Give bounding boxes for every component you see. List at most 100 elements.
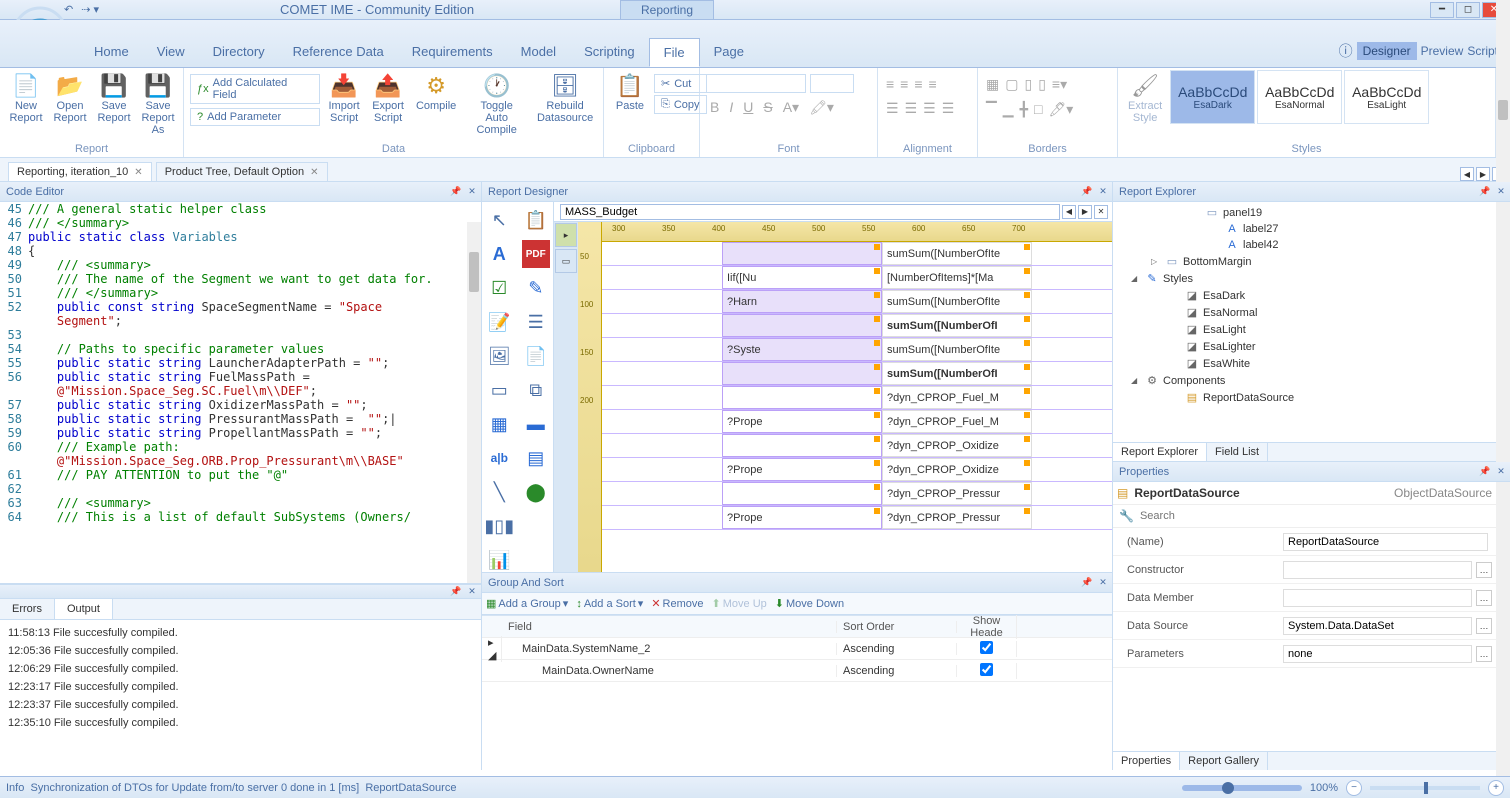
design-row[interactable]: ?dyn_CPROP_Pressur [602, 482, 1112, 506]
property-value-input[interactable] [1283, 589, 1472, 607]
menu-page[interactable]: Page [700, 38, 758, 67]
context-tab-reporting[interactable]: Reporting [620, 0, 714, 19]
output-tab[interactable]: Output [55, 599, 113, 619]
export-script-button[interactable]: 📤Export Script [368, 70, 408, 126]
code-scrollbar[interactable] [467, 222, 481, 583]
ellipsis-button[interactable]: … [1476, 590, 1492, 606]
zoom-out-button[interactable]: − [1346, 780, 1362, 796]
tree-item[interactable]: ◪EsaLight [1113, 321, 1510, 338]
border-left-button[interactable]: ▯ [1022, 74, 1034, 95]
design-row[interactable]: ?dyn_CPROP_Oxidize [602, 434, 1112, 458]
panel-tool[interactable]: ▭ [485, 376, 513, 404]
pin-icon[interactable]: 📌 [1080, 185, 1094, 199]
style-esanormal[interactable]: AaBbCcDdEsaNormal [1257, 70, 1342, 124]
close-panel-icon[interactable]: ✕ [1096, 576, 1110, 590]
barcode-tool[interactable]: ▮▯▮ [485, 512, 513, 540]
save-report-as-button[interactable]: 💾Save Report As [138, 70, 178, 138]
border-none-button[interactable]: ▢ [1003, 74, 1020, 95]
spacer-tool[interactable] [522, 512, 550, 540]
design-row[interactable]: ?Prope?dyn_CPROP_Pressur [602, 506, 1112, 530]
richtext-tool[interactable]: 📝 [485, 308, 513, 336]
highlight-button[interactable]: 🖍▾ [805, 97, 838, 118]
menu-requirements[interactable]: Requirements [398, 38, 507, 67]
close-panel-icon[interactable]: ✕ [1494, 185, 1508, 199]
pin-icon[interactable]: 📌 [1080, 576, 1094, 590]
border-outer-button[interactable]: □ [1032, 99, 1044, 120]
cell-tool[interactable]: ▬ [522, 410, 550, 438]
property-value-input[interactable] [1283, 645, 1472, 663]
ellipsis-button[interactable]: … [1476, 646, 1492, 662]
tab-prev-button[interactable]: ◀ [1460, 167, 1474, 181]
pin-icon[interactable]: 📌 [449, 585, 463, 599]
menu-file[interactable]: File [649, 38, 700, 67]
maximize-button[interactable]: ◻ [1456, 2, 1480, 18]
property-value-input[interactable] [1283, 617, 1472, 635]
close-tab-icon[interactable]: ✕ [134, 167, 142, 178]
report-explorer-tree[interactable]: ▭panel19Alabel27Alabel42▷▭BottomMargin◢✎… [1113, 202, 1510, 442]
tree-item[interactable]: ▷▭BottomMargin [1113, 253, 1510, 270]
border-color-button[interactable]: 🖊▾ [1046, 99, 1075, 120]
design-canvas[interactable]: ▸ ▭ 50100150200 300350400450500550600650… [554, 222, 1112, 572]
move-up-button[interactable]: ⬆Move Up [712, 597, 767, 610]
paste-button[interactable]: 📋Paste [610, 70, 650, 114]
design-row[interactable]: sumSum([NumberOfI [602, 314, 1112, 338]
zoom-in-button[interactable]: + [1488, 780, 1504, 796]
border-all-button[interactable]: ▦ [984, 74, 1001, 95]
close-tab-icon[interactable]: ✕ [310, 167, 318, 178]
border-right-button[interactable]: ▯ [1036, 74, 1048, 95]
tree-item[interactable]: Alabel42 [1113, 237, 1510, 253]
tree-item[interactable]: ◪EsaWhite [1113, 355, 1510, 372]
cut-button[interactable]: ✂Cut [654, 74, 707, 93]
menu-scripting[interactable]: Scripting [570, 38, 649, 67]
section-indicator[interactable]: ▭ [555, 249, 577, 273]
tab-close-icon[interactable]: ✕ [1094, 205, 1108, 219]
font-family-select[interactable] [706, 74, 806, 93]
mode-preview[interactable]: Preview [1421, 44, 1464, 58]
valign-middle-button[interactable]: ☰ [903, 98, 920, 119]
tab-field-list[interactable]: Field List [1207, 443, 1268, 461]
extract-style-button[interactable]: 🖌Extract Style [1124, 70, 1166, 126]
picture-tool[interactable]: 🖼 [485, 342, 513, 370]
minimize-button[interactable]: ━ [1430, 2, 1454, 18]
add-parameter-button[interactable]: ?Add Parameter [190, 108, 320, 126]
underline-button[interactable]: U [739, 97, 757, 118]
design-row[interactable]: sumSum([NumberOfI [602, 362, 1112, 386]
pointer-tool[interactable]: ↖ [485, 206, 513, 234]
ellipsis-button[interactable]: … [1476, 618, 1492, 634]
open-report-button[interactable]: 📂Open Report [50, 70, 90, 126]
menu-home[interactable]: Home [80, 38, 143, 67]
doctab[interactable]: Product Tree, Default Option✕ [156, 162, 328, 181]
border-top-button[interactable]: ▔ [984, 99, 999, 120]
properties-object-name[interactable]: ReportDataSource [1134, 486, 1239, 500]
style-esadark[interactable]: AaBbCcDdEsaDark [1170, 70, 1255, 124]
close-panel-icon[interactable]: ✕ [465, 185, 479, 199]
add-sort-button[interactable]: ↕Add a Sort ▾ [576, 597, 643, 610]
bold-button[interactable]: B [706, 97, 723, 118]
border-inner-button[interactable]: ╋ [1018, 99, 1030, 120]
clipboard-tool[interactable]: 📋 [522, 206, 550, 234]
tree-item[interactable]: ▭panel19 [1113, 204, 1510, 221]
group-sort-row[interactable]: MainData.OwnerNameAscending [482, 660, 1112, 682]
properties-search-input[interactable] [1140, 510, 1504, 522]
textbox-tool[interactable]: 📄 [522, 342, 550, 370]
border-bottom-button[interactable]: ▁ [1001, 99, 1016, 120]
tree-item[interactable]: ◪EsaDark [1113, 287, 1510, 304]
table-tool[interactable]: ▦ [485, 410, 513, 438]
property-value-input[interactable] [1283, 533, 1488, 551]
crosstab-tool[interactable]: ▤ [522, 444, 550, 472]
tab-properties[interactable]: Properties [1113, 752, 1180, 770]
tab-next-button[interactable]: ▶ [1476, 167, 1490, 181]
menu-directory[interactable]: Directory [199, 38, 279, 67]
pdf-tool[interactable]: PDF [522, 240, 550, 268]
report-tab-name-input[interactable] [560, 204, 1060, 220]
align-left-button[interactable]: ≡ [884, 74, 896, 94]
add-calculated-field-button[interactable]: ƒxAdd Calculated Field [190, 74, 320, 104]
align-center-button[interactable]: ≡ [898, 74, 910, 94]
tab-report-explorer[interactable]: Report Explorer [1113, 443, 1207, 461]
design-row[interactable]: ?Prope?dyn_CPROP_Fuel_M [602, 410, 1112, 434]
design-row[interactable]: Iif([Nu[NumberOfItems]*[Ma [602, 266, 1112, 290]
menu-view[interactable]: View [143, 38, 199, 67]
spacer2-tool[interactable] [522, 546, 550, 572]
pin-icon[interactable]: 📌 [449, 185, 463, 199]
save-report-button[interactable]: 💾Save Report [94, 70, 134, 126]
